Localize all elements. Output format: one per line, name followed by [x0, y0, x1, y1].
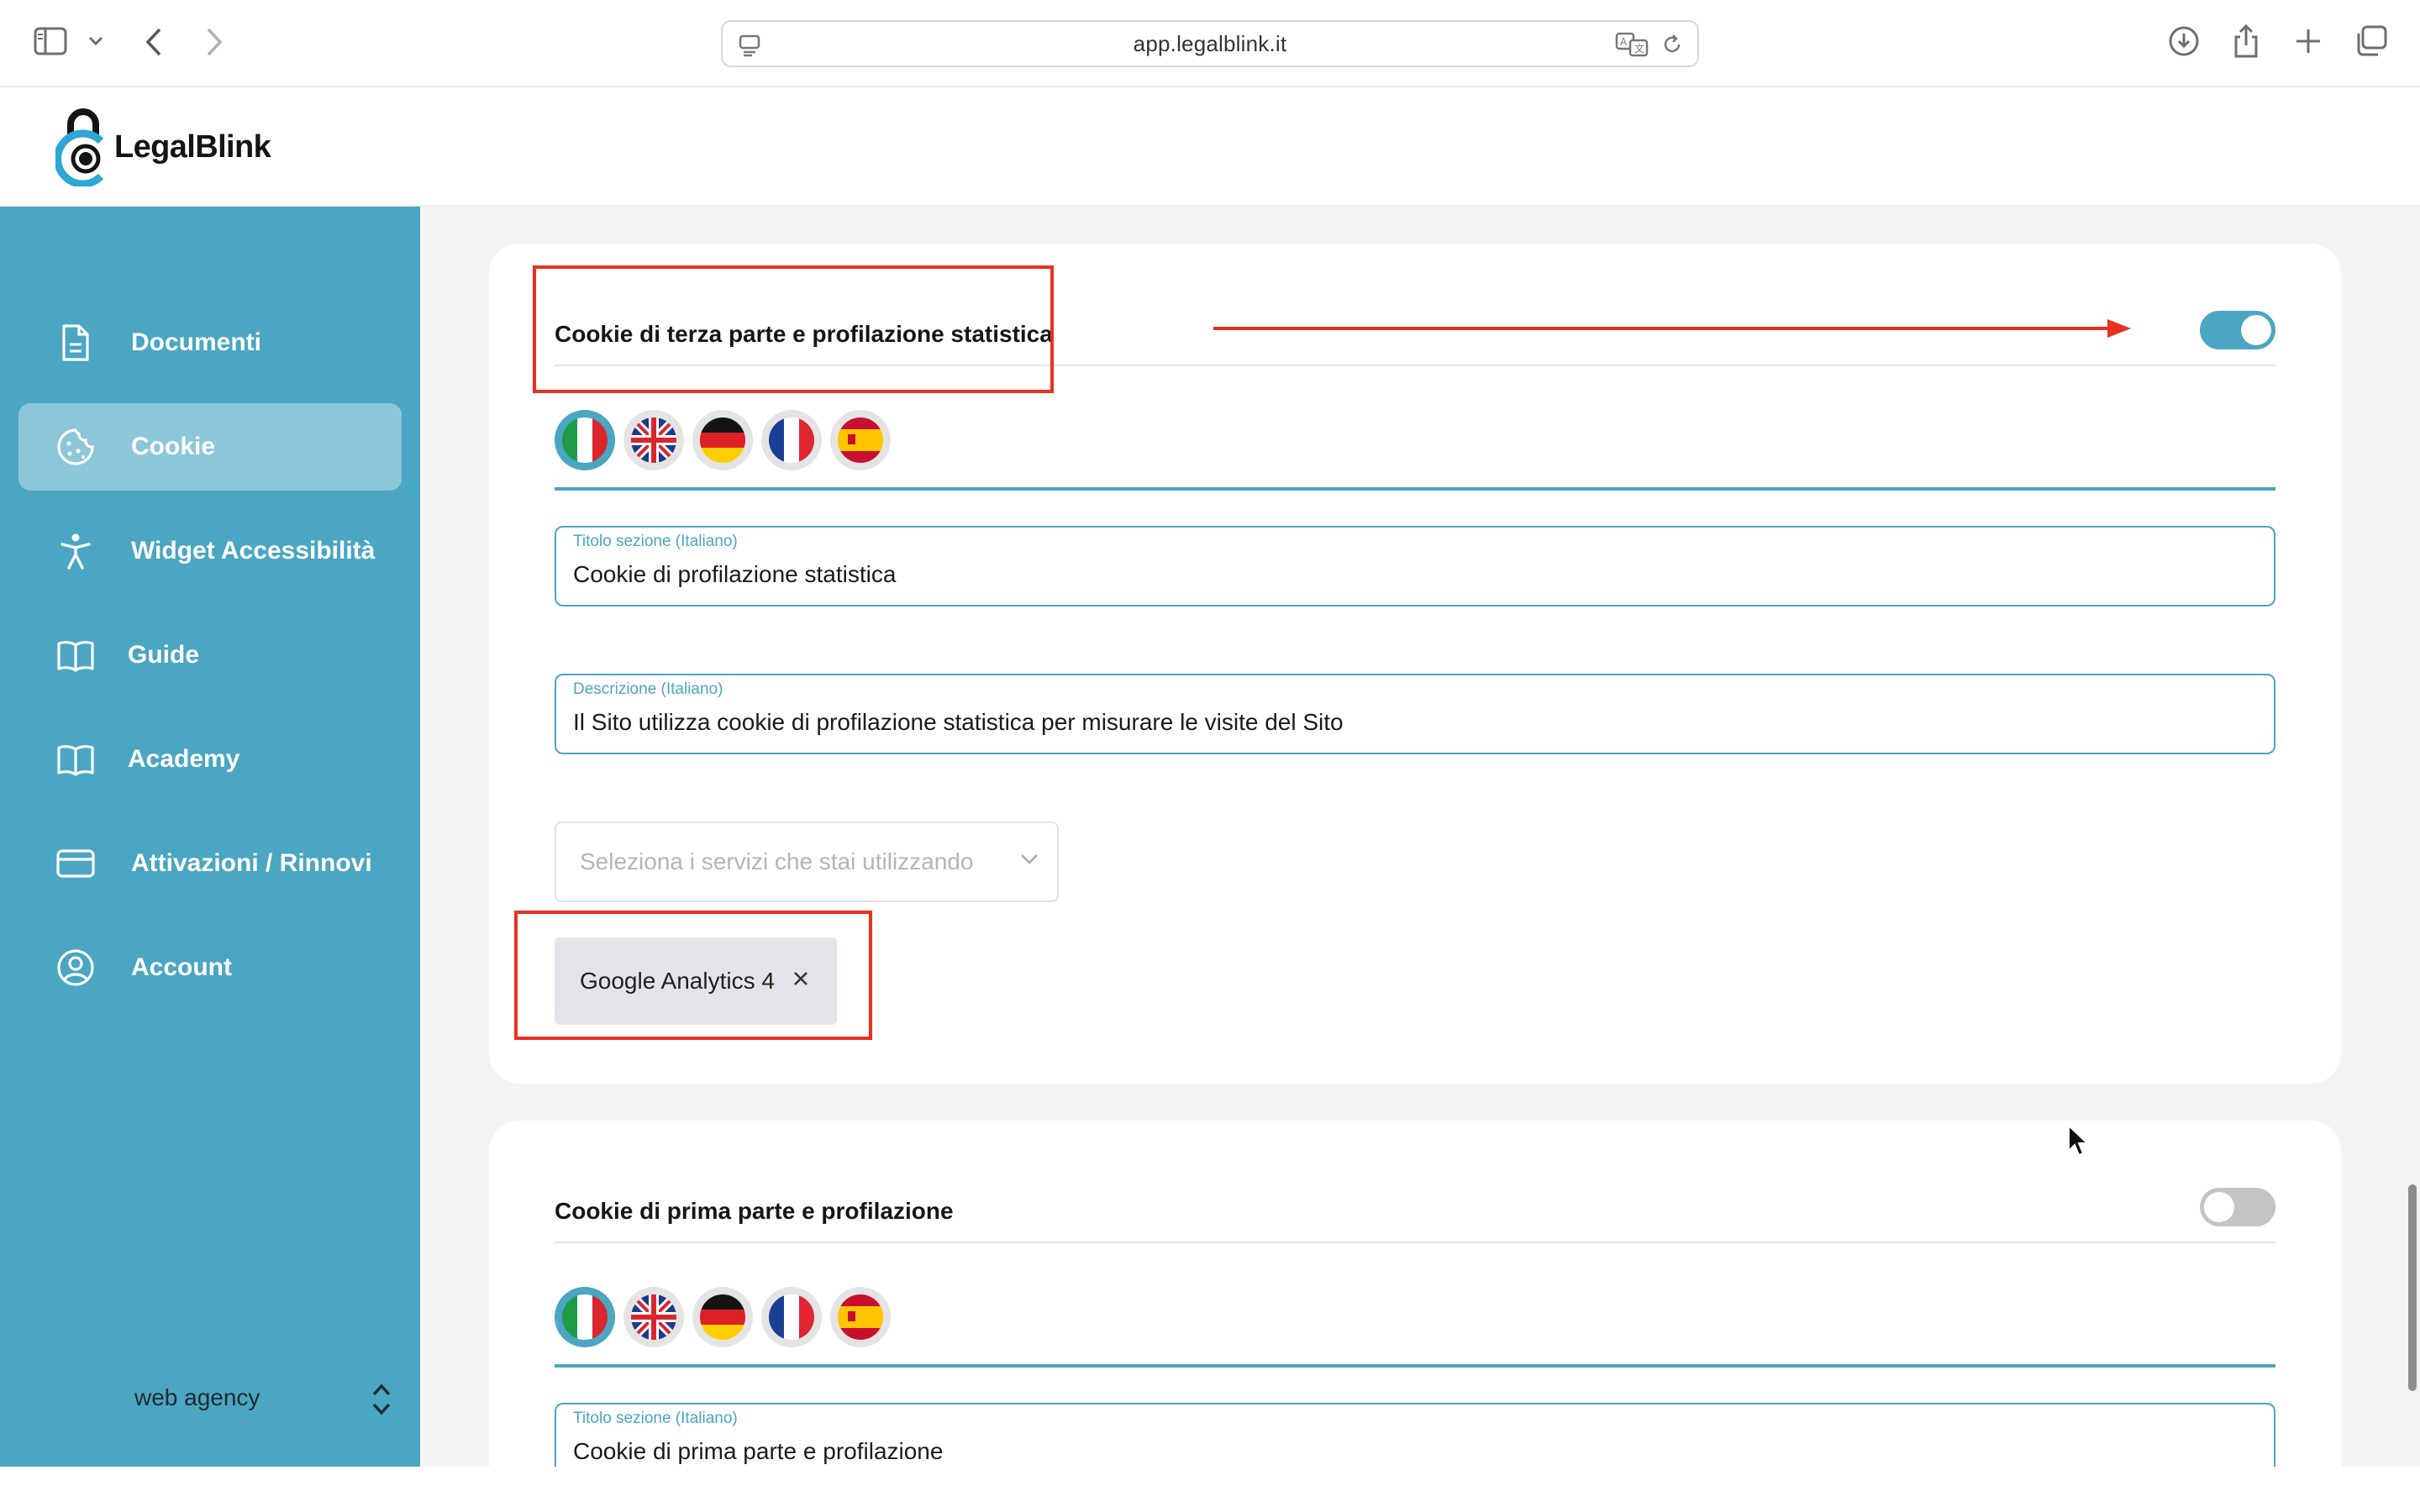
document-icon	[62, 324, 89, 361]
agency-label: web agency	[134, 1384, 260, 1410]
flag-italy-icon[interactable]	[555, 1287, 615, 1347]
section-title-field[interactable]: Titolo sezione (Italiano) Cookie di prof…	[555, 526, 2275, 606]
sidebar-item-label: Academy	[128, 745, 240, 773]
back-icon[interactable]	[145, 27, 163, 57]
logo-text: LegalBlink	[114, 129, 271, 165]
field-value: Cookie di prima parte e profilazione	[573, 1438, 944, 1464]
chevron-down-icon	[1021, 854, 1038, 864]
mouse-cursor-icon	[2068, 1124, 2089, 1157]
flag-germany-icon[interactable]	[692, 410, 753, 470]
flag-italy-icon[interactable]	[555, 410, 615, 470]
section-divider	[555, 1242, 2275, 1243]
field-value: Il Sito utilizza cookie di profilazione …	[573, 709, 1344, 735]
field-label: Descrizione (Italiano)	[573, 680, 723, 698]
share-icon[interactable]	[2232, 24, 2260, 59]
credit-card-icon	[56, 849, 95, 878]
sidebar-item-label: Attivazioni / Rinnovi	[131, 849, 372, 877]
browser-toolbar: app.legalblink.it A文	[0, 0, 2420, 87]
forward-icon[interactable]	[205, 27, 224, 57]
main-content: Cookie di terza parte e profilazione sta…	[420, 207, 2420, 1467]
language-selector	[555, 410, 891, 470]
flag-germany-icon[interactable]	[692, 1287, 753, 1347]
cookie-icon	[57, 428, 94, 465]
flag-uk-icon[interactable]	[623, 410, 684, 470]
sidebar-item-documenti[interactable]: Documenti	[18, 299, 402, 386]
legalblink-logo[interactable]: LegalBlink	[55, 108, 271, 186]
sidebar-item-label: Account	[131, 953, 232, 981]
field-value: Cookie di profilazione statistica	[573, 561, 897, 587]
address-bar[interactable]: app.legalblink.it A文	[721, 20, 1699, 67]
tab-overview-icon[interactable]	[2354, 25, 2388, 57]
annotation-box-service-tag	[514, 911, 872, 1040]
field-label: Titolo sezione (Italiano)	[573, 1410, 738, 1427]
sidebar-item-attivazioni-rinnovi[interactable]: Attivazioni / Rinnovi	[18, 820, 402, 907]
section-description-field[interactable]: Descrizione (Italiano) Il Sito utilizza …	[555, 674, 2275, 754]
user-circle-icon	[57, 949, 94, 986]
svg-text:A: A	[1620, 36, 1628, 48]
flag-spain-icon[interactable]	[830, 410, 891, 470]
sidebar-item-account[interactable]: Account	[18, 924, 402, 1011]
book-icon	[57, 745, 94, 776]
sidebar-toggle-icon[interactable]	[34, 27, 67, 55]
cookie-section-first-party: Cookie di prima parte e profilazione Tit…	[489, 1121, 2341, 1467]
field-label: Titolo sezione (Italiano)	[573, 533, 738, 550]
toggle-knob	[2241, 315, 2271, 345]
download-icon[interactable]	[2168, 25, 2200, 57]
section-toggle[interactable]	[2200, 1188, 2275, 1226]
annotation-arrow-icon	[1213, 319, 2131, 338]
accessibility-icon	[60, 533, 91, 570]
svg-text:文: 文	[1634, 42, 1644, 55]
flag-france-icon[interactable]	[761, 410, 822, 470]
sidebar-item-guide[interactable]: Guide	[18, 612, 402, 699]
lock-eye-logo-icon	[55, 108, 104, 186]
language-underline	[555, 1364, 2275, 1368]
flag-france-icon[interactable]	[761, 1287, 822, 1347]
services-select[interactable]: Seleziona i servizi che stai utilizzando	[555, 822, 1059, 902]
annotation-box-section-title	[533, 265, 1054, 393]
new-tab-icon[interactable]	[2294, 27, 2323, 55]
agency-switcher[interactable]: web agency	[0, 1366, 420, 1433]
url-text: app.legalblink.it	[1133, 30, 1287, 56]
toggle-knob	[2204, 1192, 2234, 1222]
section-title: Cookie di prima parte e profilazione	[555, 1198, 954, 1224]
sidebar-item-academy[interactable]: Academy	[18, 716, 402, 803]
page-scrollbar[interactable]	[2408, 1184, 2417, 1391]
sidebar-item-label: Documenti	[131, 328, 262, 356]
chevron-down-icon[interactable]	[87, 35, 104, 47]
section-toggle[interactable]	[2200, 311, 2275, 349]
book-icon	[57, 641, 94, 672]
sidebar-item-label: Cookie	[131, 433, 216, 460]
flag-spain-icon[interactable]	[830, 1287, 891, 1347]
translate-icon[interactable]: A文	[1615, 32, 1649, 61]
chevron-up-down-icon[interactable]	[370, 1381, 393, 1418]
sidebar-item-cookie[interactable]: Cookie	[18, 403, 402, 491]
language-selector	[555, 1287, 891, 1347]
app-header: LegalBlink	[0, 89, 2420, 207]
page-settings-icon[interactable]	[738, 34, 761, 61]
sidebar-item-label: Widget Accessibilità	[131, 537, 376, 564]
language-underline	[555, 487, 2275, 491]
sidebar-item-label: Guide	[128, 641, 200, 669]
sidebar: Documenti Cookie Widget Accessibilità Gu…	[0, 207, 420, 1467]
reload-icon[interactable]	[1660, 33, 1684, 60]
sidebar-item-widget-accessibilita[interactable]: Widget Accessibilità	[18, 507, 402, 595]
section-title-field[interactable]: Titolo sezione (Italiano) Cookie di prim…	[555, 1403, 2275, 1467]
select-placeholder: Seleziona i servizi che stai utilizzando	[580, 848, 974, 874]
flag-uk-icon[interactable]	[623, 1287, 684, 1347]
